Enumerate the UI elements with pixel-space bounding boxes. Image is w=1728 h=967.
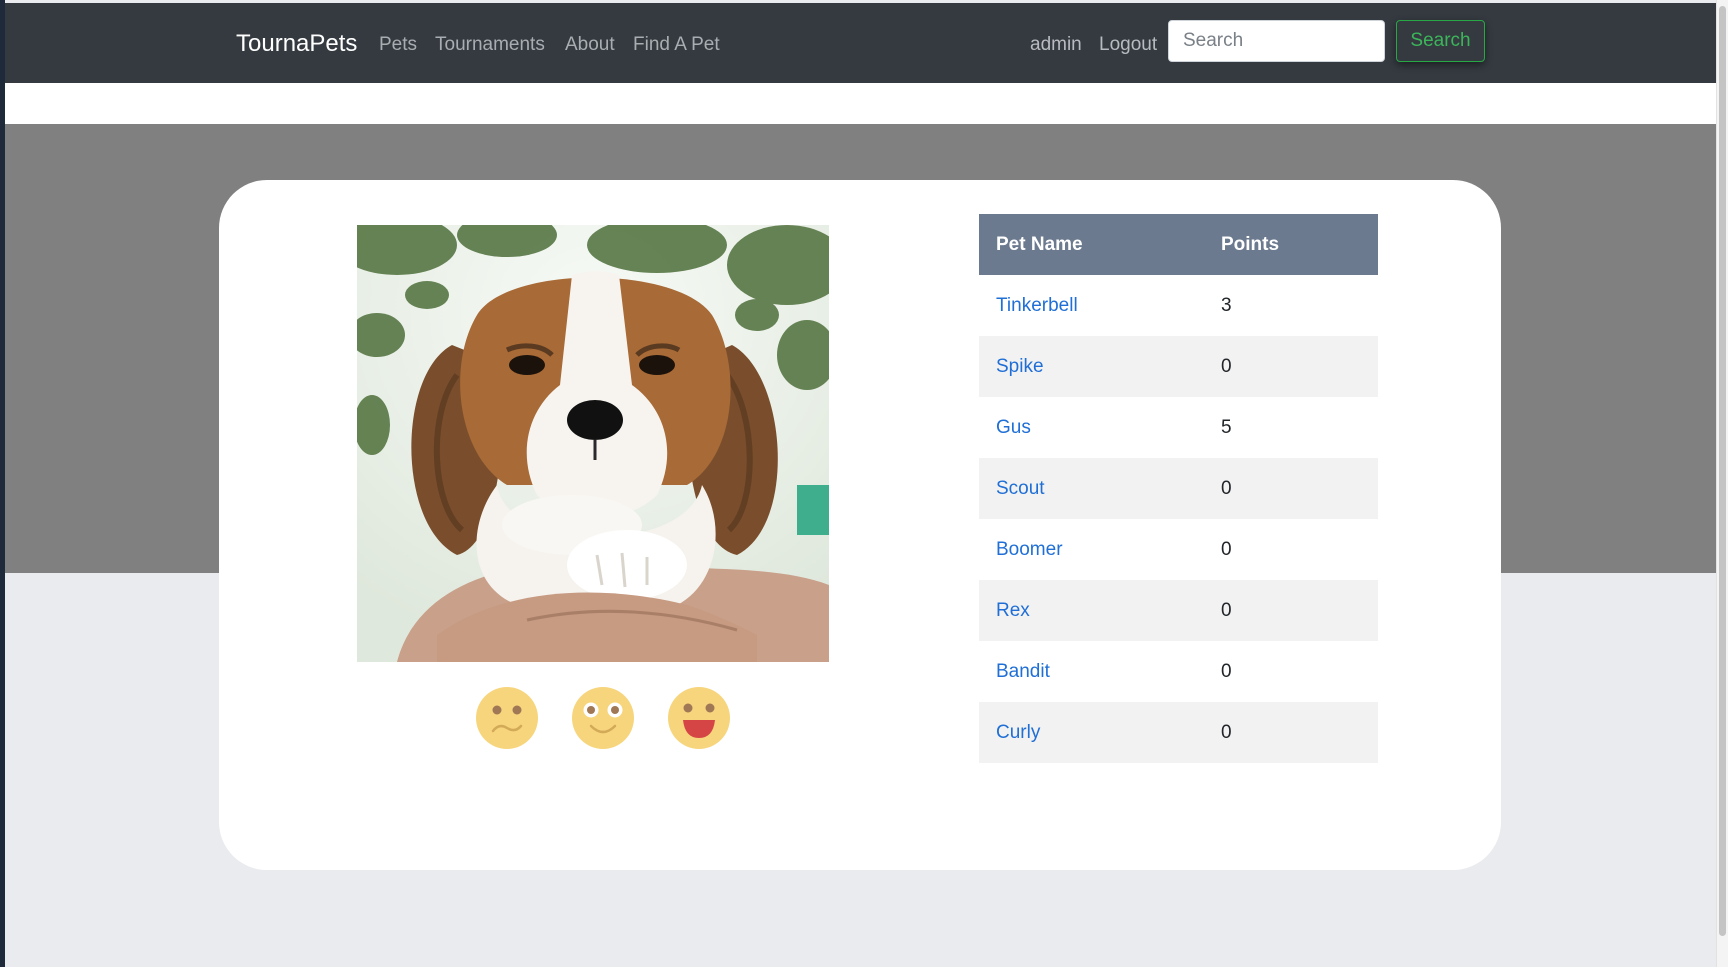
tournament-card: Pet Name Points Tinkerbell 3 Spike 0 Gus…	[219, 180, 1501, 870]
table-row: Gus 5	[979, 397, 1378, 458]
pet-link-rex[interactable]: Rex	[996, 600, 1030, 621]
pet-link-spike[interactable]: Spike	[996, 356, 1044, 377]
leaderboard-table: Pet Name Points Tinkerbell 3 Spike 0 Gus…	[979, 214, 1378, 763]
table-row: Bandit 0	[979, 641, 1378, 702]
points-cell: 0	[1221, 477, 1232, 499]
points-cell: 3	[1221, 294, 1232, 316]
navbar-spacer	[5, 83, 1716, 124]
table-header-row: Pet Name Points	[979, 214, 1378, 275]
smile-face-icon	[572, 687, 634, 749]
logout-link[interactable]: Logout	[1099, 34, 1157, 56]
vote-laugh-button[interactable]	[667, 686, 731, 750]
nav-link-pets[interactable]: Pets	[379, 34, 417, 56]
leaderboard: Pet Name Points Tinkerbell 3 Spike 0 Gus…	[979, 214, 1378, 763]
table-row: Scout 0	[979, 458, 1378, 519]
pet-link-tinkerbell[interactable]: Tinkerbell	[996, 295, 1078, 316]
pet-link-curly[interactable]: Curly	[996, 722, 1040, 743]
table-row: Rex 0	[979, 580, 1378, 641]
vote-sad-button[interactable]	[475, 686, 539, 750]
table-row: Boomer 0	[979, 519, 1378, 580]
top-navbar: TournaPets Pets Tournaments About Find A…	[5, 3, 1716, 83]
nav-user-admin[interactable]: admin	[1030, 34, 1082, 56]
laugh-face-icon	[668, 687, 730, 749]
pet-link-bandit[interactable]: Bandit	[996, 661, 1050, 682]
points-cell: 0	[1221, 599, 1232, 621]
brand-logo-link[interactable]: TournaPets	[236, 30, 357, 58]
points-cell: 0	[1221, 538, 1232, 560]
pet-link-boomer[interactable]: Boomer	[996, 539, 1063, 560]
scrollbar-thumb[interactable]	[1719, 6, 1726, 936]
pet-link-scout[interactable]: Scout	[996, 478, 1045, 499]
nav-link-find-a-pet[interactable]: Find A Pet	[633, 34, 720, 56]
sad-face-icon	[476, 687, 538, 749]
beagle-puppy-photo	[357, 225, 829, 662]
points-cell: 0	[1221, 355, 1232, 377]
table-row: Tinkerbell 3	[979, 275, 1378, 336]
search-input[interactable]	[1168, 20, 1385, 62]
column-header-points: Points	[1221, 233, 1280, 255]
pet-photo	[357, 225, 829, 662]
vote-smile-button[interactable]	[571, 686, 635, 750]
pet-link-gus[interactable]: Gus	[996, 417, 1031, 438]
search-button[interactable]: Search	[1396, 20, 1485, 62]
points-cell: 5	[1221, 416, 1232, 438]
column-header-pet-name: Pet Name	[996, 233, 1083, 255]
points-cell: 0	[1221, 721, 1232, 743]
points-cell: 0	[1221, 660, 1232, 682]
table-row: Curly 0	[979, 702, 1378, 763]
nav-link-about[interactable]: About	[565, 34, 615, 56]
nav-link-tournaments[interactable]: Tournaments	[435, 34, 545, 56]
table-row: Spike 0	[979, 336, 1378, 397]
